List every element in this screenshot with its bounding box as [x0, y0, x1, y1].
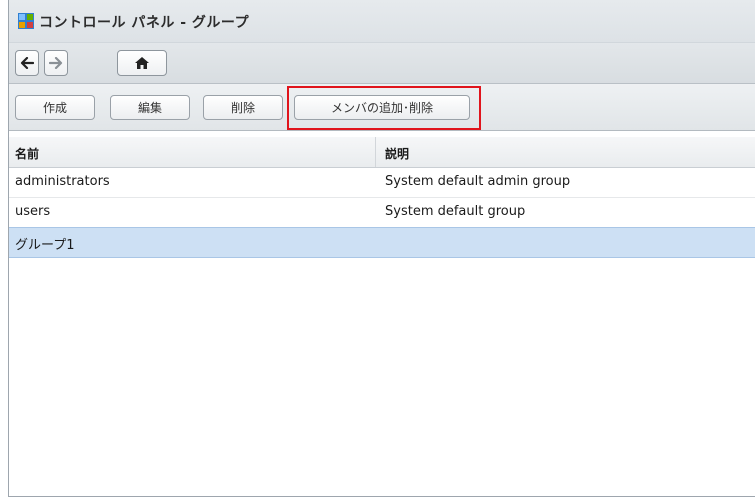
toolbar: 作成 編集 削除 メンバの追加･削除: [9, 84, 755, 131]
back-button[interactable]: [15, 50, 39, 76]
table-row[interactable]: users System default group: [9, 198, 755, 228]
group-description-cell: System default admin group: [385, 174, 571, 189]
navigation-bar: [9, 43, 755, 84]
group-name-cell: users: [15, 204, 51, 219]
group-name-cell: administrators: [15, 174, 110, 189]
create-button[interactable]: 作成: [15, 95, 95, 120]
arrow-left-icon: [20, 57, 34, 69]
group-description-cell: System default group: [385, 204, 526, 219]
column-header-name[interactable]: 名前: [15, 145, 39, 162]
table-header: 名前 説明: [9, 137, 755, 168]
control-panel-window: コントロール パネル - グループ 作成 編集 削除 メンバの追加･削除 名前 …: [8, 0, 755, 497]
delete-button[interactable]: 削除: [203, 95, 283, 120]
forward-button[interactable]: [44, 50, 68, 76]
home-icon: [135, 57, 149, 69]
arrow-right-icon: [49, 57, 63, 69]
group-name-cell: グループ1: [15, 238, 75, 253]
home-button[interactable]: [117, 50, 167, 76]
window-title: コントロール パネル - グループ: [39, 15, 250, 31]
control-panel-icon: [18, 13, 34, 29]
edit-button[interactable]: 編集: [110, 95, 190, 120]
table-row[interactable]: administrators System default admin grou…: [9, 168, 755, 198]
title-bar: コントロール パネル - グループ: [9, 0, 755, 43]
table-row-selected[interactable]: グループ1: [9, 227, 755, 258]
column-header-description[interactable]: 説明: [385, 145, 409, 162]
add-remove-members-button[interactable]: メンバの追加･削除: [294, 95, 470, 120]
column-divider[interactable]: [375, 137, 376, 167]
